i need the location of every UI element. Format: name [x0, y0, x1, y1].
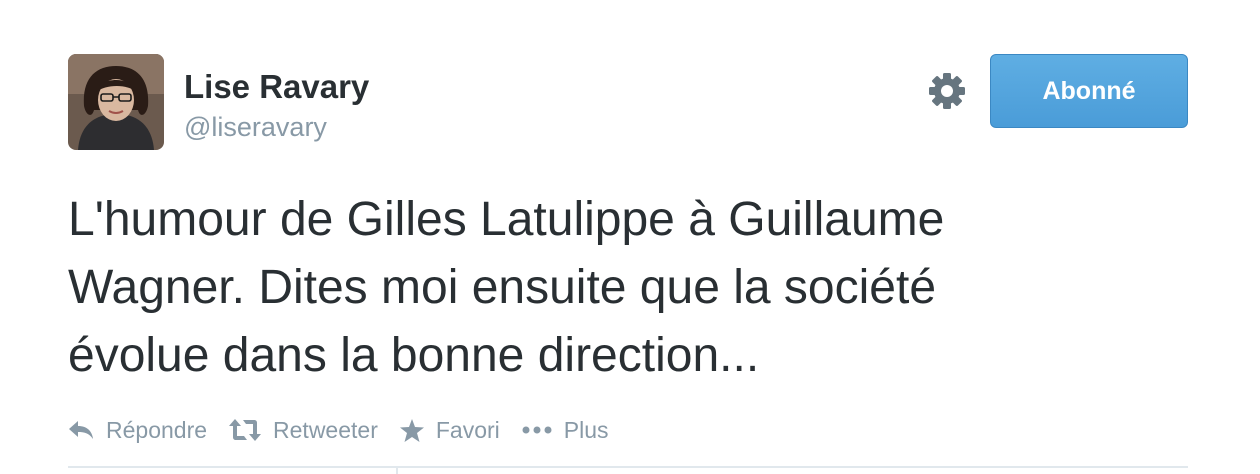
retweet-icon [229, 419, 262, 441]
gear-icon[interactable] [927, 71, 967, 111]
tweet-text: L'humour de Gilles Latulippe à Guillaume… [68, 186, 1218, 390]
tweet-text-line: évolue dans la bonne direction... [68, 329, 760, 382]
avatar-image [68, 54, 164, 150]
reply-icon [69, 421, 93, 439]
favorite-button[interactable]: Favori [399, 416, 500, 444]
tweet-text-line: L'humour de Gilles Latulippe à Guillaume [68, 193, 945, 246]
user-handle[interactable]: @liseravary [184, 112, 327, 143]
avatar[interactable] [68, 54, 164, 150]
reply-button[interactable]: Répondre [68, 417, 207, 444]
favorite-label: Favori [435, 416, 500, 443]
divider-tick [396, 466, 398, 474]
divider [68, 466, 1188, 468]
tweet-card: Lise Ravary @liseravary Abonné L'humour … [0, 0, 1260, 474]
more-button[interactable]: Plus [522, 417, 609, 444]
reply-label: Répondre [106, 416, 208, 443]
more-label: Plus [563, 416, 609, 443]
follow-button[interactable]: Abonné [990, 54, 1188, 128]
more-icon [522, 426, 552, 434]
user-name[interactable]: Lise Ravary [184, 68, 369, 106]
tweet-text-line: Wagner. Dites moi ensuite que la société [68, 261, 937, 314]
retweet-button[interactable]: Retweeter [229, 417, 378, 444]
tweet-actions: Répondre Retweeter Favori Plus [68, 413, 631, 447]
star-icon [399, 418, 424, 442]
retweet-label: Retweeter [273, 416, 378, 443]
